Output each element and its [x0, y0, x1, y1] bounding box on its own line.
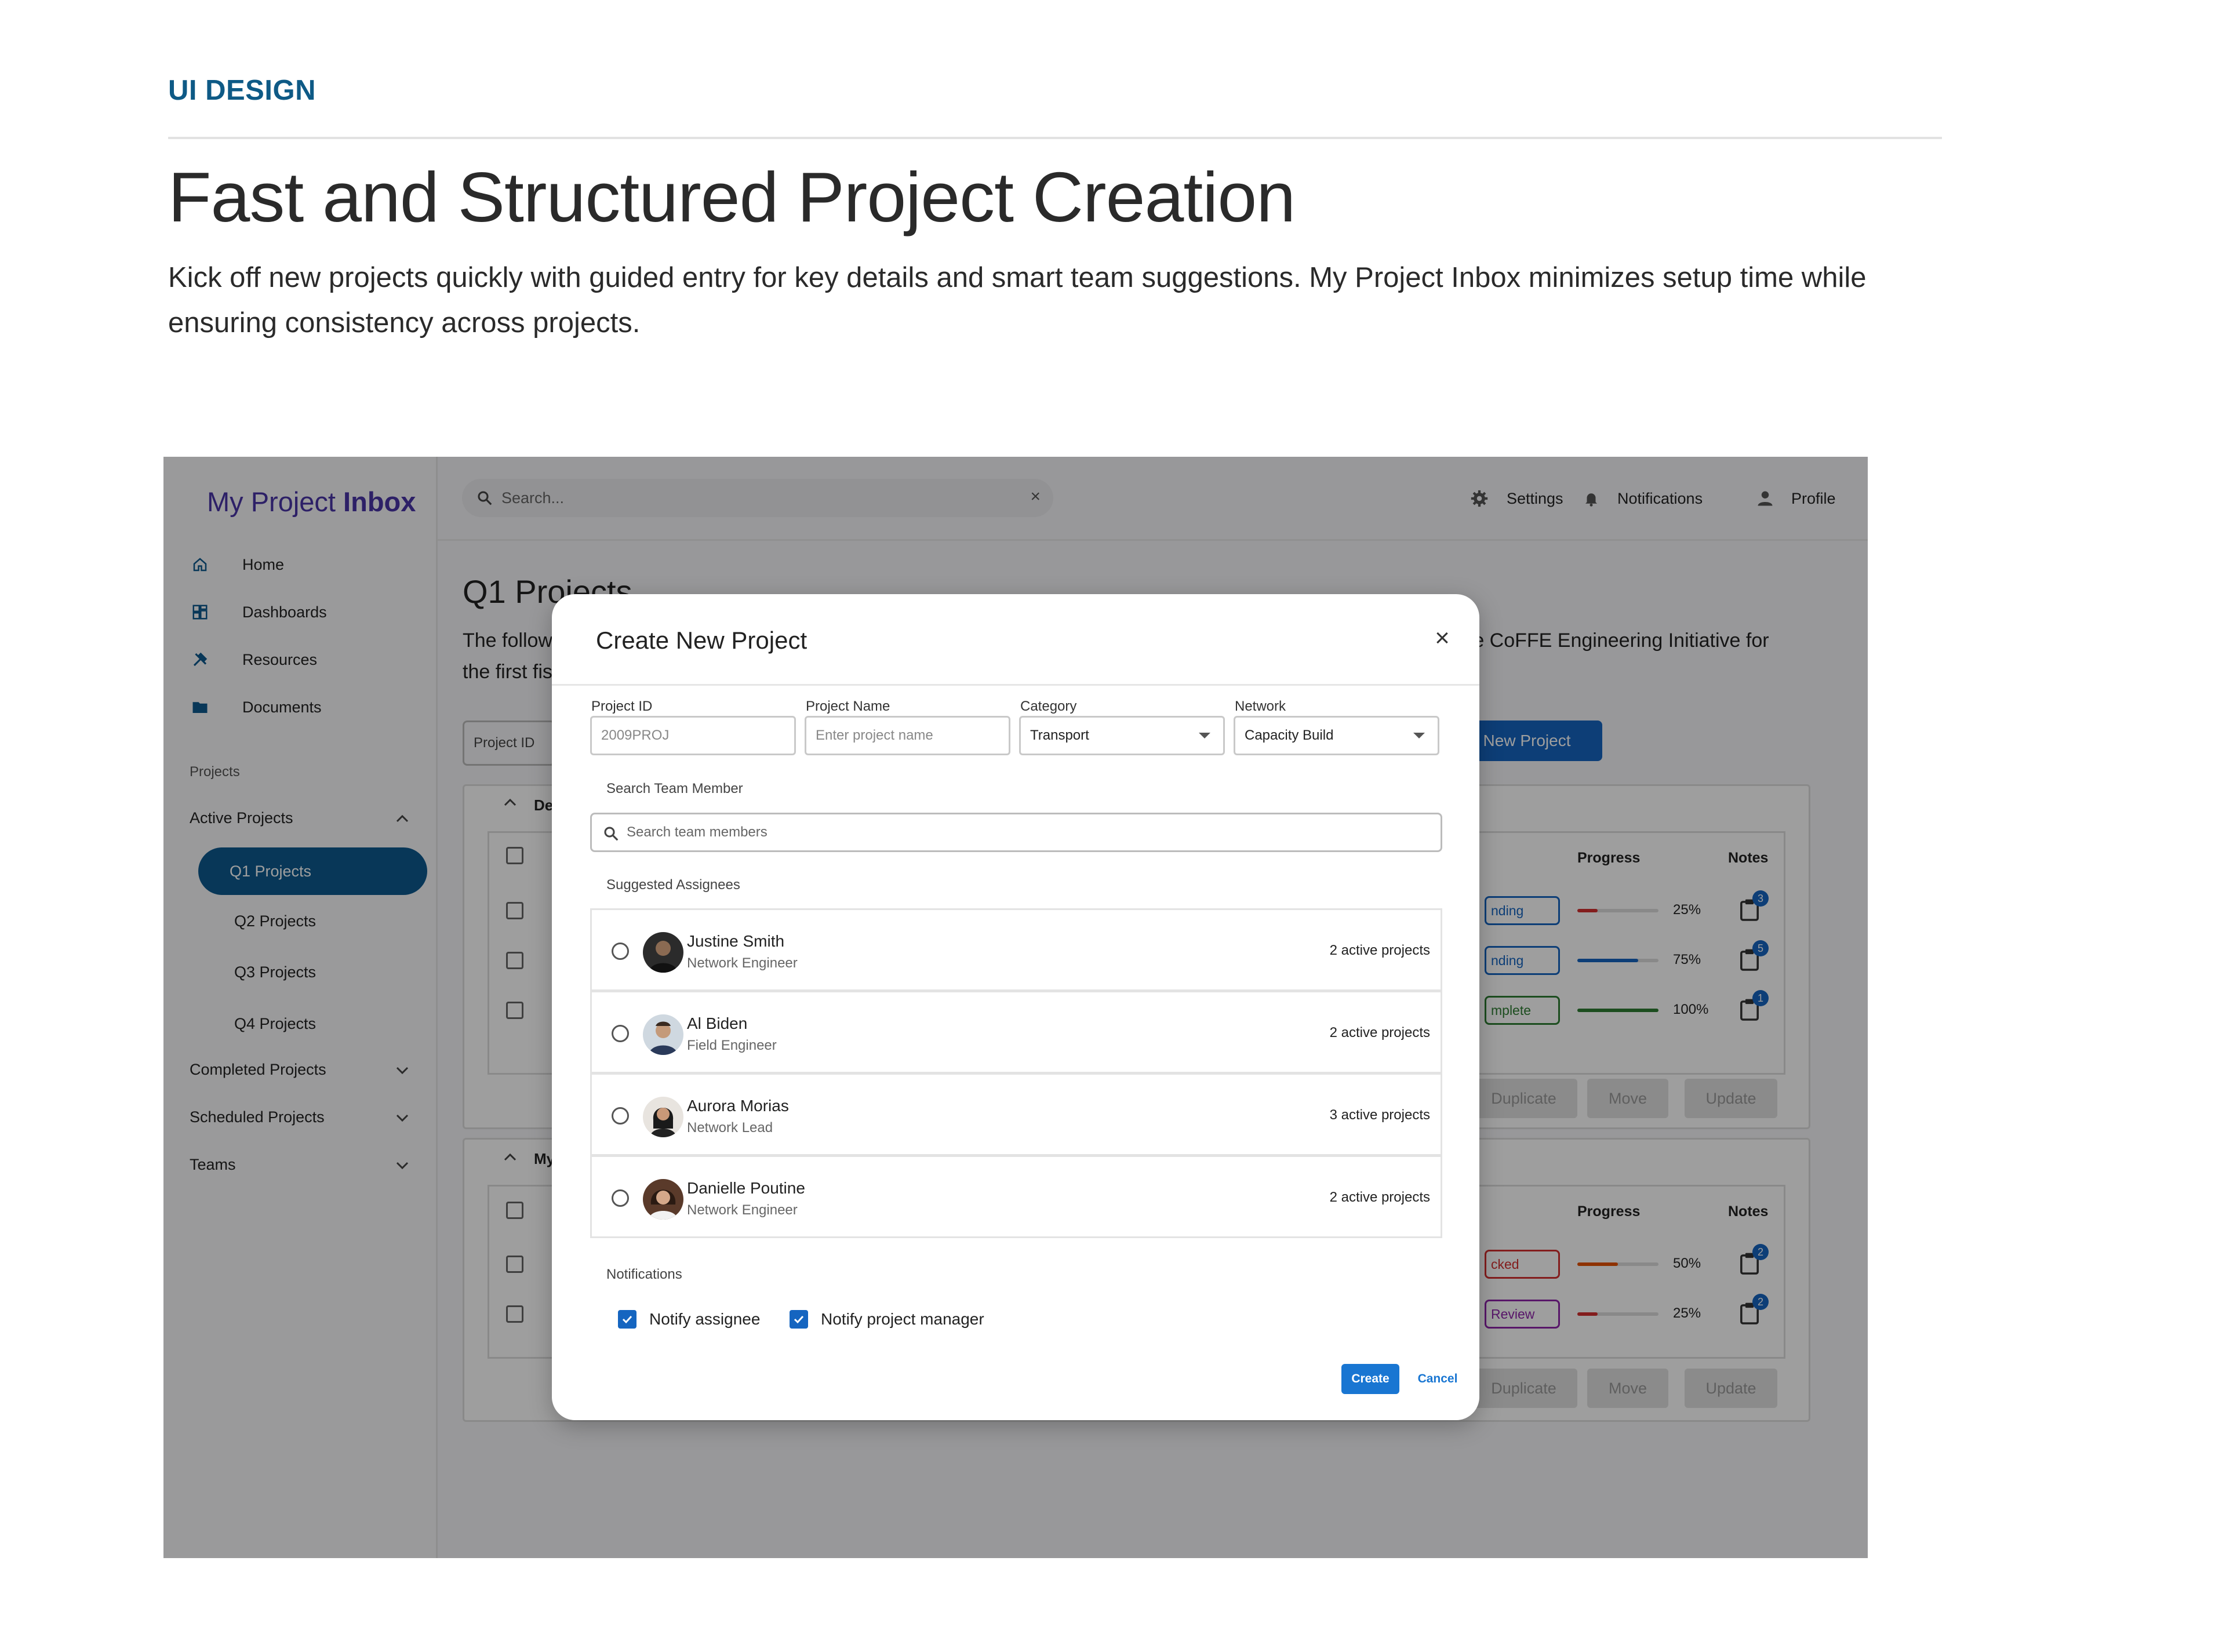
assignee-radio[interactable]: [612, 1107, 629, 1125]
project-name-label: Project Name: [806, 698, 890, 714]
assignee-radio[interactable]: [612, 943, 629, 960]
assignee-project-count: 3 active projects: [1329, 1107, 1430, 1123]
assignee-name: Al Biden: [687, 1014, 748, 1032]
close-icon[interactable]: ×: [1428, 624, 1456, 652]
divider: [552, 684, 1479, 686]
assignee-name: Justine Smith: [687, 932, 785, 950]
checkmark-icon: [618, 1310, 636, 1329]
team-search-placeholder: Search team members: [627, 824, 768, 840]
assignee-row[interactable]: Danielle Poutine Network Engineer 2 acti…: [590, 1155, 1442, 1238]
network-label: Network: [1235, 698, 1286, 714]
notify-assignee-checkbox[interactable]: Notify assignee: [618, 1310, 760, 1329]
assignee-name: Aurora Morias: [687, 1097, 789, 1115]
avatar: [643, 932, 683, 973]
assignee-row[interactable]: Justine Smith Network Engineer 2 active …: [590, 908, 1442, 991]
assignee-role: Field Engineer: [687, 1038, 777, 1053]
divider: [168, 137, 1942, 139]
category-select[interactable]: Transport: [1019, 716, 1225, 755]
dialog-title: Create New Project: [596, 627, 808, 654]
search-team-label: Search Team Member: [606, 781, 743, 796]
assignee-project-count: 2 active projects: [1329, 1189, 1430, 1205]
lede-paragraph: Kick off new projects quickly with guide…: [168, 262, 1867, 339]
notify-assignee-label: Notify assignee: [649, 1310, 761, 1328]
suggested-assignees-label: Suggested Assignees: [606, 877, 740, 893]
notify-manager-checkbox[interactable]: Notify project manager: [790, 1310, 984, 1329]
avatar: [643, 1179, 683, 1220]
create-project-dialog: Create New Project × Project ID 2009PROJ…: [552, 594, 1479, 1420]
category-value: Transport: [1030, 727, 1089, 743]
network-value: Capacity Build: [1245, 727, 1334, 743]
assignee-role: Network Lead: [687, 1120, 773, 1136]
avatar: [643, 1097, 683, 1137]
create-button[interactable]: Create: [1341, 1364, 1399, 1394]
assignee-radio[interactable]: [612, 1025, 629, 1042]
assignee-radio[interactable]: [612, 1189, 629, 1207]
assignee-project-count: 2 active projects: [1329, 1025, 1430, 1040]
headline: Fast and Structured Project Creation: [168, 158, 1296, 236]
project-name-field[interactable]: Enter project name: [805, 716, 1010, 755]
cancel-button[interactable]: Cancel: [1409, 1364, 1467, 1394]
notifications-label: Notifications: [606, 1267, 682, 1282]
search-icon: [604, 827, 619, 841]
assignee-role: Network Engineer: [687, 1202, 798, 1218]
assignee-name: Danielle Poutine: [687, 1179, 805, 1197]
eyebrow-label: UI DESIGN: [168, 75, 316, 106]
caret-down-icon: [1199, 733, 1210, 738]
project-id-field[interactable]: 2009PROJ: [590, 716, 796, 755]
assignee-row[interactable]: Aurora Morias Network Lead 3 active proj…: [590, 1073, 1442, 1156]
network-select[interactable]: Capacity Build: [1234, 716, 1439, 755]
category-label: Category: [1020, 698, 1077, 714]
project-id-label: Project ID: [591, 698, 653, 714]
avatar: [643, 1014, 683, 1055]
team-search-input[interactable]: Search team members: [590, 813, 1442, 852]
checkmark-icon: [790, 1310, 808, 1329]
notify-manager-label: Notify project manager: [821, 1310, 984, 1328]
assignee-role: Network Engineer: [687, 955, 798, 971]
caret-down-icon: [1413, 733, 1425, 738]
assignee-project-count: 2 active projects: [1329, 943, 1430, 958]
assignee-row[interactable]: Al Biden Field Engineer 2 active project…: [590, 991, 1442, 1074]
